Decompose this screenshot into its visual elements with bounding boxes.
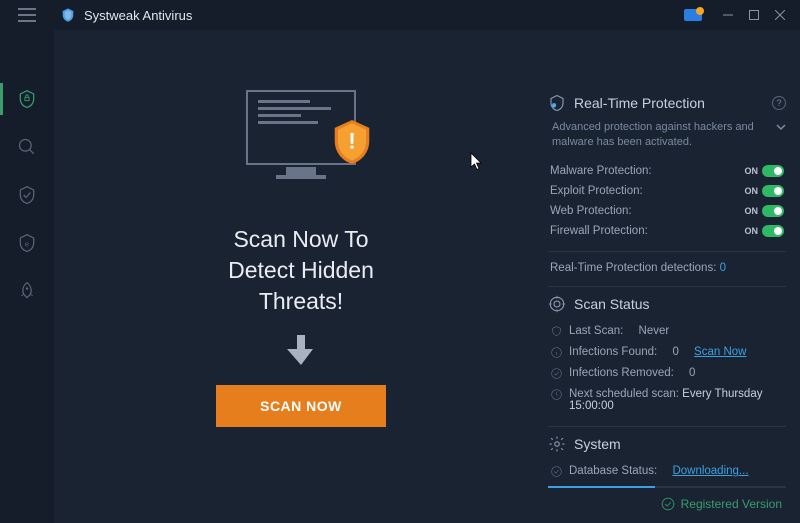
shield-info-icon: i [548, 94, 566, 112]
target-icon [548, 295, 566, 313]
rtp-detections: Real-Time Protection detections: 0 [548, 260, 786, 276]
minimize-button[interactable] [716, 3, 740, 27]
toggle-malware: Malware Protection: ON [548, 161, 786, 181]
app-logo-icon [60, 7, 76, 23]
titlebar: Systweak Antivirus [0, 0, 800, 30]
app-title-text: Systweak Antivirus [84, 8, 192, 23]
rtp-subtext: Advanced protection against hackers and … [548, 120, 786, 151]
arrow-down-icon [287, 335, 315, 365]
web-switch[interactable] [762, 205, 784, 217]
scan-now-button[interactable]: SCAN NOW [216, 385, 386, 427]
toggle-web: Web Protection: ON [548, 201, 786, 221]
svg-text:!: ! [348, 128, 355, 153]
rtp-title: i Real-Time Protection ? [548, 94, 786, 112]
toggle-firewall: Firewall Protection: ON [548, 221, 786, 241]
registered-badge: Registered Version [661, 497, 782, 511]
clock-icon [550, 388, 563, 401]
search-icon [17, 137, 37, 157]
malware-switch[interactable] [762, 165, 784, 177]
check-circle-icon [550, 367, 563, 380]
info-icon [550, 346, 563, 359]
rocket-icon [17, 281, 37, 301]
firewall-switch[interactable] [762, 225, 784, 237]
nav-quarantine[interactable]: e [0, 219, 54, 267]
nav-tools[interactable] [0, 267, 54, 315]
right-panel: i Real-Time Protection ? Advanced protec… [548, 30, 800, 523]
chevron-down-icon[interactable] [776, 122, 786, 132]
scan-status-title: Scan Status [548, 295, 786, 313]
shield-small-icon [550, 325, 563, 338]
monitor-illustration: ! [236, 90, 366, 200]
maximize-button[interactable] [742, 3, 766, 27]
system-title: System [548, 435, 786, 453]
headline: Scan Now To Detect Hidden Threats! [228, 224, 374, 317]
infections-removed-row: Infections Removed: 0 [548, 363, 786, 384]
sidebar: e [0, 30, 54, 523]
main-panel: ! Scan Now To Detect Hidden Threats! SCA… [54, 30, 548, 523]
hamburger-menu[interactable] [0, 0, 54, 30]
help-icon[interactable]: ? [772, 96, 786, 110]
check-circle-icon [550, 465, 563, 478]
shield-lock-icon [17, 89, 37, 109]
toggle-exploit: Exploit Protection: ON [548, 181, 786, 201]
nav-scan[interactable] [0, 123, 54, 171]
close-button[interactable] [768, 3, 792, 27]
gear-icon [548, 435, 566, 453]
last-scan-row: Last Scan: Never [548, 321, 786, 342]
nav-protection[interactable] [0, 171, 54, 219]
scan-now-link[interactable]: Scan Now [694, 346, 746, 358]
next-scan-row: Next scheduled scan: Every Thursday 15:0… [548, 384, 786, 416]
warning-shield-icon: ! [333, 120, 371, 164]
notification-card-icon[interactable] [682, 7, 704, 23]
app-title: Systweak Antivirus [60, 7, 192, 23]
nav-home[interactable] [0, 75, 54, 123]
db-status-row: Database Status: Downloading... [548, 461, 786, 482]
exploit-switch[interactable] [762, 185, 784, 197]
shield-e-icon: e [17, 233, 37, 253]
db-progress [548, 486, 786, 488]
check-circle-icon [661, 497, 675, 511]
shield-check-icon [17, 185, 37, 205]
infections-found-row: Infections Found: 0 Scan Now [548, 342, 786, 363]
svg-text:e: e [25, 239, 29, 248]
